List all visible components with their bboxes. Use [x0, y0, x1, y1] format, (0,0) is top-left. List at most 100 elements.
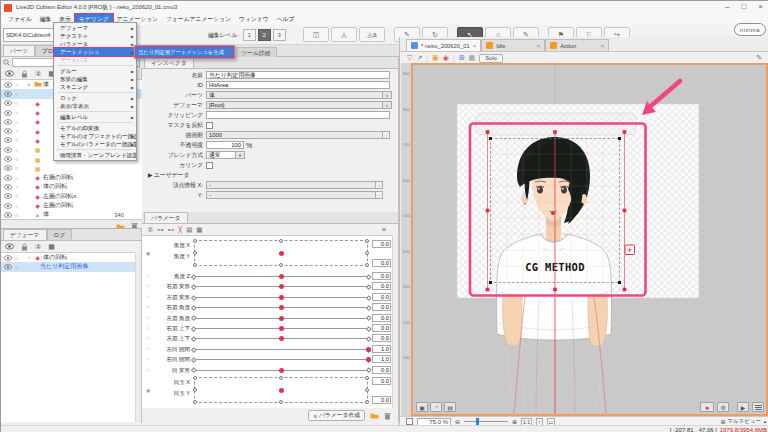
parts-tree-row[interactable]: ○▦ [1, 164, 142, 173]
zoom-checkbox[interactable] [406, 418, 413, 425]
id-input[interactable]: HitArea [206, 81, 390, 89]
parameter-slider[interactable] [194, 359, 368, 360]
pad-handle[interactable] [365, 376, 369, 380]
minimize-button[interactable]: – [725, 2, 729, 11]
settings-gear-icon[interactable]: ⚙ [717, 402, 729, 412]
menu-item-6[interactable]: グルー▶ [54, 67, 136, 75]
menu-item-17[interactable]: モデルのパラメータの一括設定▶ [54, 140, 136, 148]
parameter-value[interactable]: 0.0 [372, 314, 391, 322]
slider-thumb[interactable] [279, 368, 284, 373]
visibility-eye-icon[interactable] [4, 175, 15, 181]
lock-circle-icon[interactable]: ○ [15, 184, 27, 190]
parameter-2d-pad[interactable] [194, 240, 368, 266]
close-button[interactable]: × [758, 2, 763, 11]
menu-item-16[interactable]: モデルのオブジェクトの一括設定▶ [54, 132, 136, 140]
tab-parts[interactable]: パーツ [3, 45, 35, 56]
pad-handle[interactable] [365, 239, 369, 243]
menu-item-11[interactable]: 表示/非表示▶ [54, 102, 136, 110]
param-icon-3[interactable]: ╳ [178, 226, 182, 234]
lock-circle-icon[interactable]: ○ [15, 255, 27, 261]
deformer-tree-row[interactable]: ○当たり判定用画像 [1, 262, 136, 271]
dropdown-arrow-icon[interactable]: ∨ [383, 91, 392, 99]
parameter-value[interactable]: 0.0 [372, 366, 391, 374]
param-icon-2[interactable]: ⊷ [168, 226, 175, 234]
dropdown-arrow-icon[interactable]: ▼ [236, 151, 245, 159]
pad-handle[interactable] [365, 263, 369, 267]
record-button[interactable]: ● [700, 402, 714, 412]
menu-item-13[interactable]: 編集レベル▶ [54, 113, 136, 121]
lock-circle-icon[interactable]: ○ [15, 193, 27, 199]
zoom-slider[interactable] [464, 421, 508, 422]
multiview-label[interactable]: マルチビュー [727, 418, 761, 425]
zoom-in-icon[interactable]: ⊕ [512, 418, 517, 425]
deformer-scrollbar[interactable] [135, 252, 141, 422]
model-grid-icon[interactable]: ◫ [303, 27, 329, 42]
slider-thumb[interactable] [279, 305, 284, 310]
menu-item-8[interactable]: スキニング▶ [54, 83, 136, 91]
tab-close-icon[interactable]: × [601, 43, 605, 49]
parameter-value[interactable]: 1.0 [372, 345, 391, 353]
pad-handle[interactable] [193, 376, 197, 380]
parameter-slider[interactable] [194, 297, 368, 298]
edit-level-2[interactable]: 2 [258, 29, 271, 41]
visibility-eye-icon[interactable] [4, 203, 15, 209]
zoom-out-icon[interactable]: ⊖ [455, 418, 460, 425]
visibility-eye-icon[interactable] [4, 212, 15, 218]
pad-handle[interactable] [193, 400, 197, 404]
canvas-viewport[interactable]: CG METHOD [411, 63, 768, 416]
visibility-eye-icon[interactable] [4, 119, 15, 125]
nizima-logo[interactable]: nizima [734, 23, 766, 36]
parameter-value[interactable]: 0.0 [372, 396, 391, 404]
pad-handle[interactable] [279, 239, 283, 243]
pad-handle[interactable] [279, 400, 283, 404]
lock-circle-icon[interactable]: ○ [15, 175, 27, 181]
solo-button[interactable]: Solo [479, 54, 503, 63]
deformer-tree-row[interactable]: ○＞◆体の回転 [1, 253, 136, 262]
parts-select[interactable]: 体 [206, 91, 383, 99]
arrow-tool-icon[interactable]: ↗ [416, 54, 422, 62]
visibility-eye-icon[interactable] [4, 156, 15, 162]
visibility-eye-icon[interactable] [4, 100, 15, 106]
param-icon-5[interactable]: ▦ [196, 226, 202, 234]
vertex-y-input[interactable]: - [206, 191, 376, 199]
menu-item-1[interactable]: テクスチャ▶ [54, 32, 136, 40]
pad-center-handle[interactable] [279, 251, 284, 256]
slider-thumb[interactable] [366, 347, 371, 352]
blend-select[interactable]: 通常 [206, 151, 236, 159]
spinner-buttons[interactable]: ↕ [383, 131, 390, 139]
keyform-icon[interactable]: ▣ [432, 54, 439, 62]
grid-icon[interactable]: ▦ [48, 243, 55, 251]
visibility-eye-icon[interactable] [4, 128, 15, 134]
parameter-2d-pad[interactable] [194, 377, 368, 403]
play-button[interactable]: ▶ [737, 402, 749, 412]
maximize-button[interactable]: □ [741, 2, 746, 11]
pad-center-handle[interactable] [279, 388, 284, 393]
tab-close-icon[interactable]: × [473, 43, 477, 49]
create-parameter-button[interactable]: ≡パラメータ作成 [308, 410, 365, 421]
name-input[interactable]: 当たり判定用画像 [206, 71, 390, 79]
menu-item-3[interactable]: アートメッシュ▶ [54, 48, 136, 56]
pad-handle[interactable] [365, 388, 369, 392]
list-icon[interactable] [752, 402, 764, 412]
parts-tree-row[interactable]: ○▲体340 [1, 210, 142, 219]
mask-invert-checkbox[interactable] [206, 122, 213, 129]
slider-thumb[interactable] [279, 295, 284, 300]
mesh-auto-icon[interactable]: ◬a [359, 27, 385, 42]
multiview-grid-icon[interactable]: ⊞ [721, 419, 726, 425]
capture-icon[interactable]: ▤ [444, 402, 456, 412]
param-icon-1[interactable]: ⊶ [157, 226, 164, 234]
edit-level-1[interactable]: 1 [243, 29, 256, 41]
eye-icon[interactable] [5, 243, 14, 250]
menu-item-0[interactable]: デフォーマ▶ [54, 24, 136, 32]
menu-item-10[interactable]: ロック▶ [54, 94, 136, 102]
menu-item-generate-hitarea[interactable]: 当たり判定用アートメッシュを生成 [136, 47, 233, 57]
pad-handle[interactable] [193, 388, 197, 392]
lock-circle-icon[interactable]: ○ [15, 212, 27, 218]
visibility-eye-icon[interactable] [4, 165, 15, 171]
parameter-slider[interactable] [194, 307, 368, 308]
slider-thumb[interactable] [279, 316, 284, 321]
parameter-value[interactable]: 0.0 [372, 272, 391, 280]
onionskin-icon[interactable]: ◔ [430, 402, 442, 412]
lock-circle-icon[interactable]: ○ [15, 203, 27, 209]
parts-tree-row[interactable]: ○◆右腕の回転 [1, 173, 142, 182]
